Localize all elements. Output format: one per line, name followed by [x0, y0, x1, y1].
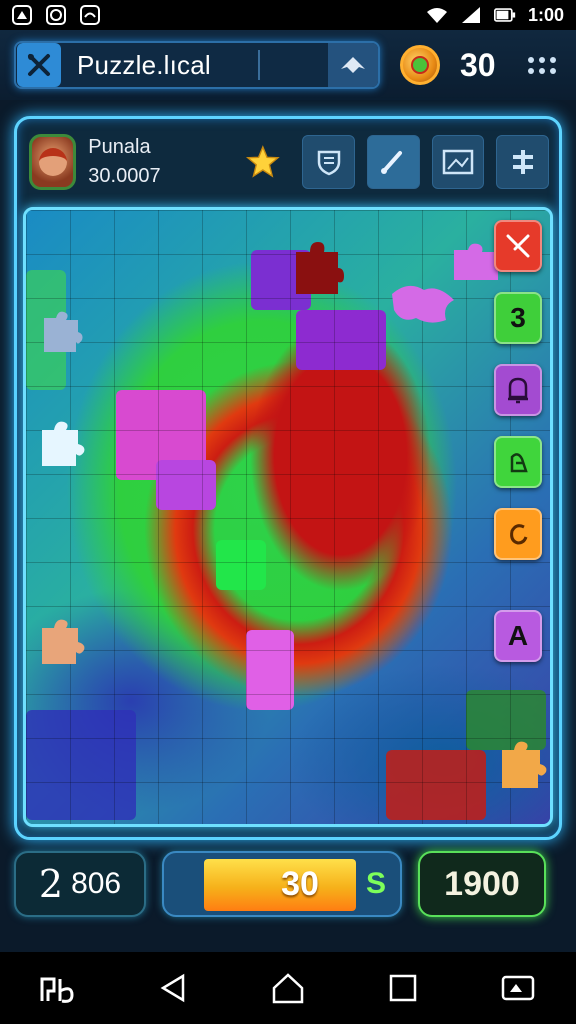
nav-bar [0, 952, 576, 1024]
app-icon-c [80, 5, 100, 25]
shield-icon [317, 150, 340, 176]
puzzle-board[interactable]: 3 A [23, 207, 553, 827]
player-name: Punala [88, 136, 151, 158]
moves-counter: 2 806 [14, 851, 146, 917]
recents-icon[interactable] [379, 964, 427, 1012]
star-icon[interactable] [245, 143, 281, 181]
app-switch-icon[interactable] [34, 964, 82, 1012]
app-icon-b [46, 5, 66, 25]
panel-header: Punala 30.0007 [29, 129, 550, 195]
brush-button[interactable] [366, 135, 420, 189]
tools-icon[interactable] [17, 43, 61, 87]
title-bar[interactable]: Puzzle.lıcal [14, 41, 380, 89]
ship-icon[interactable] [328, 43, 378, 87]
side-button-c[interactable] [494, 508, 542, 560]
game-panel: Punala 30.0007 3 A [14, 116, 562, 840]
score-display: 1900 [418, 851, 546, 917]
status-bar: 1:00 [0, 0, 576, 30]
app-title: Puzzle.lıcal [77, 49, 211, 80]
progress-bar: 30 S [162, 851, 402, 917]
title-divider [258, 50, 260, 80]
signal-icon [461, 7, 480, 23]
side-button-flag[interactable] [494, 220, 542, 272]
more-icon[interactable] [528, 56, 556, 74]
gesture-icon [510, 453, 528, 473]
puzzle-grid [26, 210, 550, 824]
side-button-bell[interactable] [494, 364, 542, 416]
shield-button[interactable] [302, 135, 355, 189]
avatar[interactable] [29, 134, 77, 190]
player-info: Punala 30.0007 [88, 136, 160, 188]
back-icon[interactable] [149, 964, 197, 1012]
progress-suffix: S [365, 867, 386, 900]
moves-value: 806 [71, 867, 122, 900]
c-icon [510, 524, 528, 545]
clock: 1:00 [527, 4, 564, 25]
player-score: 30.0007 [88, 165, 161, 187]
side-button-gesture[interactable] [494, 436, 542, 488]
side-button-label: A [507, 620, 529, 651]
app-icon-a [12, 5, 32, 25]
side-button-label: 3 [510, 302, 526, 333]
loose-piece[interactable] [388, 280, 458, 330]
side-button-a[interactable]: A [494, 610, 542, 662]
loose-piece[interactable] [34, 418, 88, 472]
pipe-icon [512, 150, 533, 174]
bell-icon [508, 377, 528, 404]
loose-piece[interactable] [34, 616, 88, 670]
flag-icon [506, 234, 530, 258]
battery-icon [493, 8, 516, 22]
coin-icon [400, 45, 440, 85]
bottom-hud: 2 806 30 S 1900 [14, 846, 562, 922]
score-value: 1900 [444, 864, 520, 903]
wifi-icon [426, 8, 447, 23]
loose-piece[interactable] [286, 238, 346, 298]
brush-icon [381, 151, 403, 174]
app-bar: Puzzle.lıcal 30 [0, 30, 576, 100]
screenshot-icon[interactable] [494, 964, 542, 1012]
side-button-3[interactable]: 3 [494, 292, 542, 344]
image-icon [442, 149, 474, 175]
loose-piece[interactable] [36, 308, 86, 358]
home-icon[interactable] [264, 964, 312, 1012]
coin-count: 30 [460, 46, 496, 83]
moves-big-digit: 2 [38, 862, 64, 906]
loose-piece[interactable] [492, 736, 552, 794]
image-button[interactable] [431, 135, 485, 189]
pipe-button[interactable] [496, 135, 550, 189]
